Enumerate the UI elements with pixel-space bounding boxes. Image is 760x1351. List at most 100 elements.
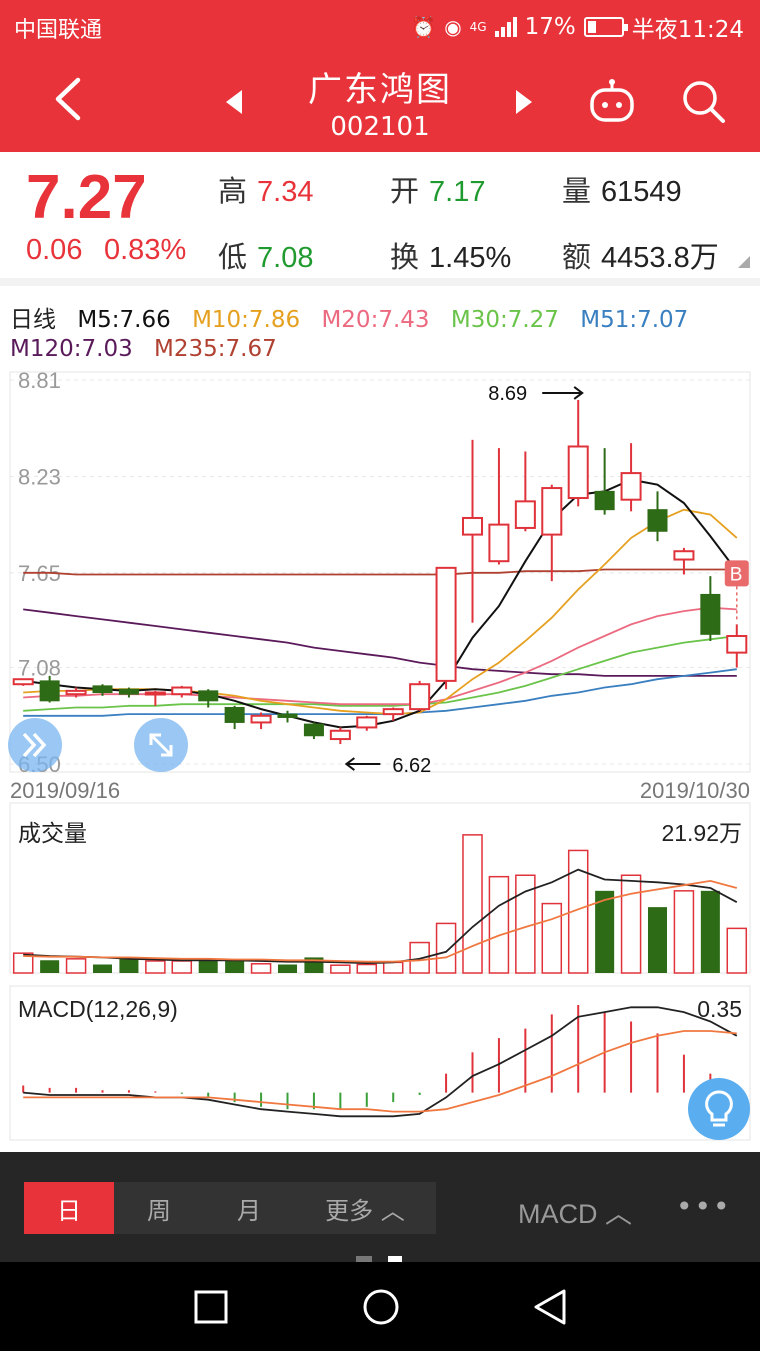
candle-body-down — [700, 593, 721, 635]
tab-more[interactable]: 更多 ︿ — [294, 1182, 436, 1234]
volume-panel-frame — [9, 802, 751, 974]
low-value: 7.08 — [257, 242, 314, 274]
volume-bar-up — [488, 875, 510, 974]
candle-body-up — [567, 445, 589, 500]
price-tick-label: 7.08 — [18, 656, 61, 681]
tab-day[interactable]: 日 — [24, 1182, 114, 1234]
candle-body-up — [673, 550, 695, 561]
volume-bar-down — [198, 960, 218, 973]
volume-bar-up — [462, 834, 483, 974]
expand-icon — [149, 733, 173, 757]
scroll-right-button[interactable] — [8, 718, 62, 772]
volume-bar-down — [119, 958, 139, 973]
ma20-label: M20:7.43 — [321, 307, 430, 333]
volume-bar-up — [726, 927, 748, 974]
candle-body-up — [12, 678, 34, 686]
stock-code: 002101 — [330, 112, 430, 142]
volume-ma-line-1 — [23, 868, 738, 965]
indicator-selector[interactable]: MACD ︿ — [518, 1192, 632, 1231]
candle-body-down — [118, 688, 139, 695]
fullscreen-button[interactable] — [134, 718, 188, 772]
tab-week[interactable]: 周 — [114, 1182, 204, 1234]
amount-label: 额 — [562, 240, 592, 274]
bottom-toolbar: 日 周 月 更多 ︿ MACD ︿ ••• — [0, 1152, 760, 1262]
date-start: 2019/09/16 — [10, 778, 121, 803]
low-annotation-arrowhead — [344, 757, 355, 771]
carrier-label: 中国联通 — [14, 18, 103, 43]
tab-month[interactable]: 月 — [204, 1182, 294, 1234]
ma10-label: M10:7.86 — [192, 307, 301, 333]
quote-panel: 7.27 0.06 0.83% 高 7.34 开 7.17 量 61549 低 7.08… — [0, 152, 760, 286]
candle-body-down — [277, 713, 298, 718]
high-value: 7.34 — [257, 176, 314, 208]
low-label: 低 — [218, 240, 248, 274]
ma235-label: M235:7.67 — [154, 336, 277, 362]
period-label: 日线 — [10, 307, 56, 333]
quote-high: 高 7.34 — [218, 168, 313, 210]
candle-body-down — [92, 685, 113, 694]
high-label: 高 — [218, 174, 248, 208]
quote-low: 低 7.08 — [218, 234, 313, 276]
candle-body-up — [329, 729, 351, 741]
robot-assistant-icon[interactable] — [588, 78, 636, 124]
home-icon[interactable] — [362, 1288, 400, 1326]
double-chevron-icon — [22, 732, 47, 758]
turnover-value: 1.45% — [429, 242, 512, 274]
search-icon[interactable] — [680, 78, 726, 124]
volume-ma-line-2 — [23, 879, 738, 963]
volume-bar-down — [700, 890, 720, 973]
volume-bar-up — [435, 922, 457, 974]
volume-bar-up — [673, 890, 695, 974]
ma-line-m5 — [23, 478, 738, 729]
ma-line-m20 — [23, 606, 737, 706]
volume-bar-up — [330, 964, 351, 974]
volume-bar-down — [92, 964, 113, 973]
quote-turnover: 换 1.45% — [390, 234, 511, 276]
volume-value-label: 21.92万 — [661, 820, 742, 846]
price-change: 0.06 — [26, 234, 83, 266]
candle-body-down — [647, 509, 668, 532]
ma-legend-row-2: M120:7.03 M235:7.67 — [10, 336, 291, 362]
tips-button[interactable] — [688, 1078, 750, 1140]
volume-bar-down — [647, 907, 668, 973]
date-end: 2019/10/30 — [639, 778, 750, 803]
high-annotation-arrowhead — [573, 386, 584, 400]
more-options-button[interactable]: ••• — [676, 1190, 732, 1223]
network-label: 4G — [469, 20, 487, 34]
battery-icon — [583, 17, 628, 37]
candle-body-down — [224, 706, 245, 723]
candle-body-up — [514, 500, 536, 529]
ma-line-m30 — [23, 635, 737, 712]
candle-body-up — [726, 635, 748, 654]
macd-value-label: 0.35 — [697, 996, 742, 1022]
high-annotation-label: 8.69 — [488, 383, 527, 405]
ma-line-m51 — [23, 668, 737, 717]
price-tick-label: 7.65 — [18, 561, 61, 586]
alarm-icon: ⏰ — [411, 15, 437, 39]
volume-bar-up — [12, 952, 34, 974]
volume-title: 成交量 — [18, 821, 87, 847]
volume-bar-down — [304, 957, 324, 973]
volume-bar-up — [620, 874, 642, 974]
next-stock-icon[interactable] — [512, 88, 536, 116]
ma120-label: M120:7.03 — [10, 336, 133, 362]
ma-line-m235 — [23, 568, 737, 576]
current-price: 7.27 — [26, 163, 147, 232]
volume-bar-up — [515, 874, 536, 974]
candle-body-up — [382, 708, 404, 716]
back-icon[interactable] — [532, 1288, 568, 1326]
candle-body-up — [409, 683, 431, 711]
system-nav-bar — [0, 1262, 760, 1351]
low-annotation-label: 6.62 — [392, 755, 431, 777]
expand-corner-icon[interactable] — [738, 256, 750, 268]
eye-icon: ◉ — [444, 15, 462, 39]
status-icons: ⏰ ◉ 4G 17% 半夜11:24 — [411, 10, 744, 44]
volume-bar-up — [171, 960, 193, 974]
recents-icon[interactable] — [194, 1290, 228, 1324]
volume-bar-up — [356, 963, 378, 974]
candle-body-down — [303, 723, 324, 737]
top-header: 中国联通 ⏰ ◉ 4G 17% 半夜11:24 广东鸿图 002101 — [0, 0, 760, 152]
candle-body-up — [356, 716, 378, 729]
volume-bar-up — [409, 941, 430, 974]
stock-name: 广东鸿图 — [308, 70, 452, 110]
